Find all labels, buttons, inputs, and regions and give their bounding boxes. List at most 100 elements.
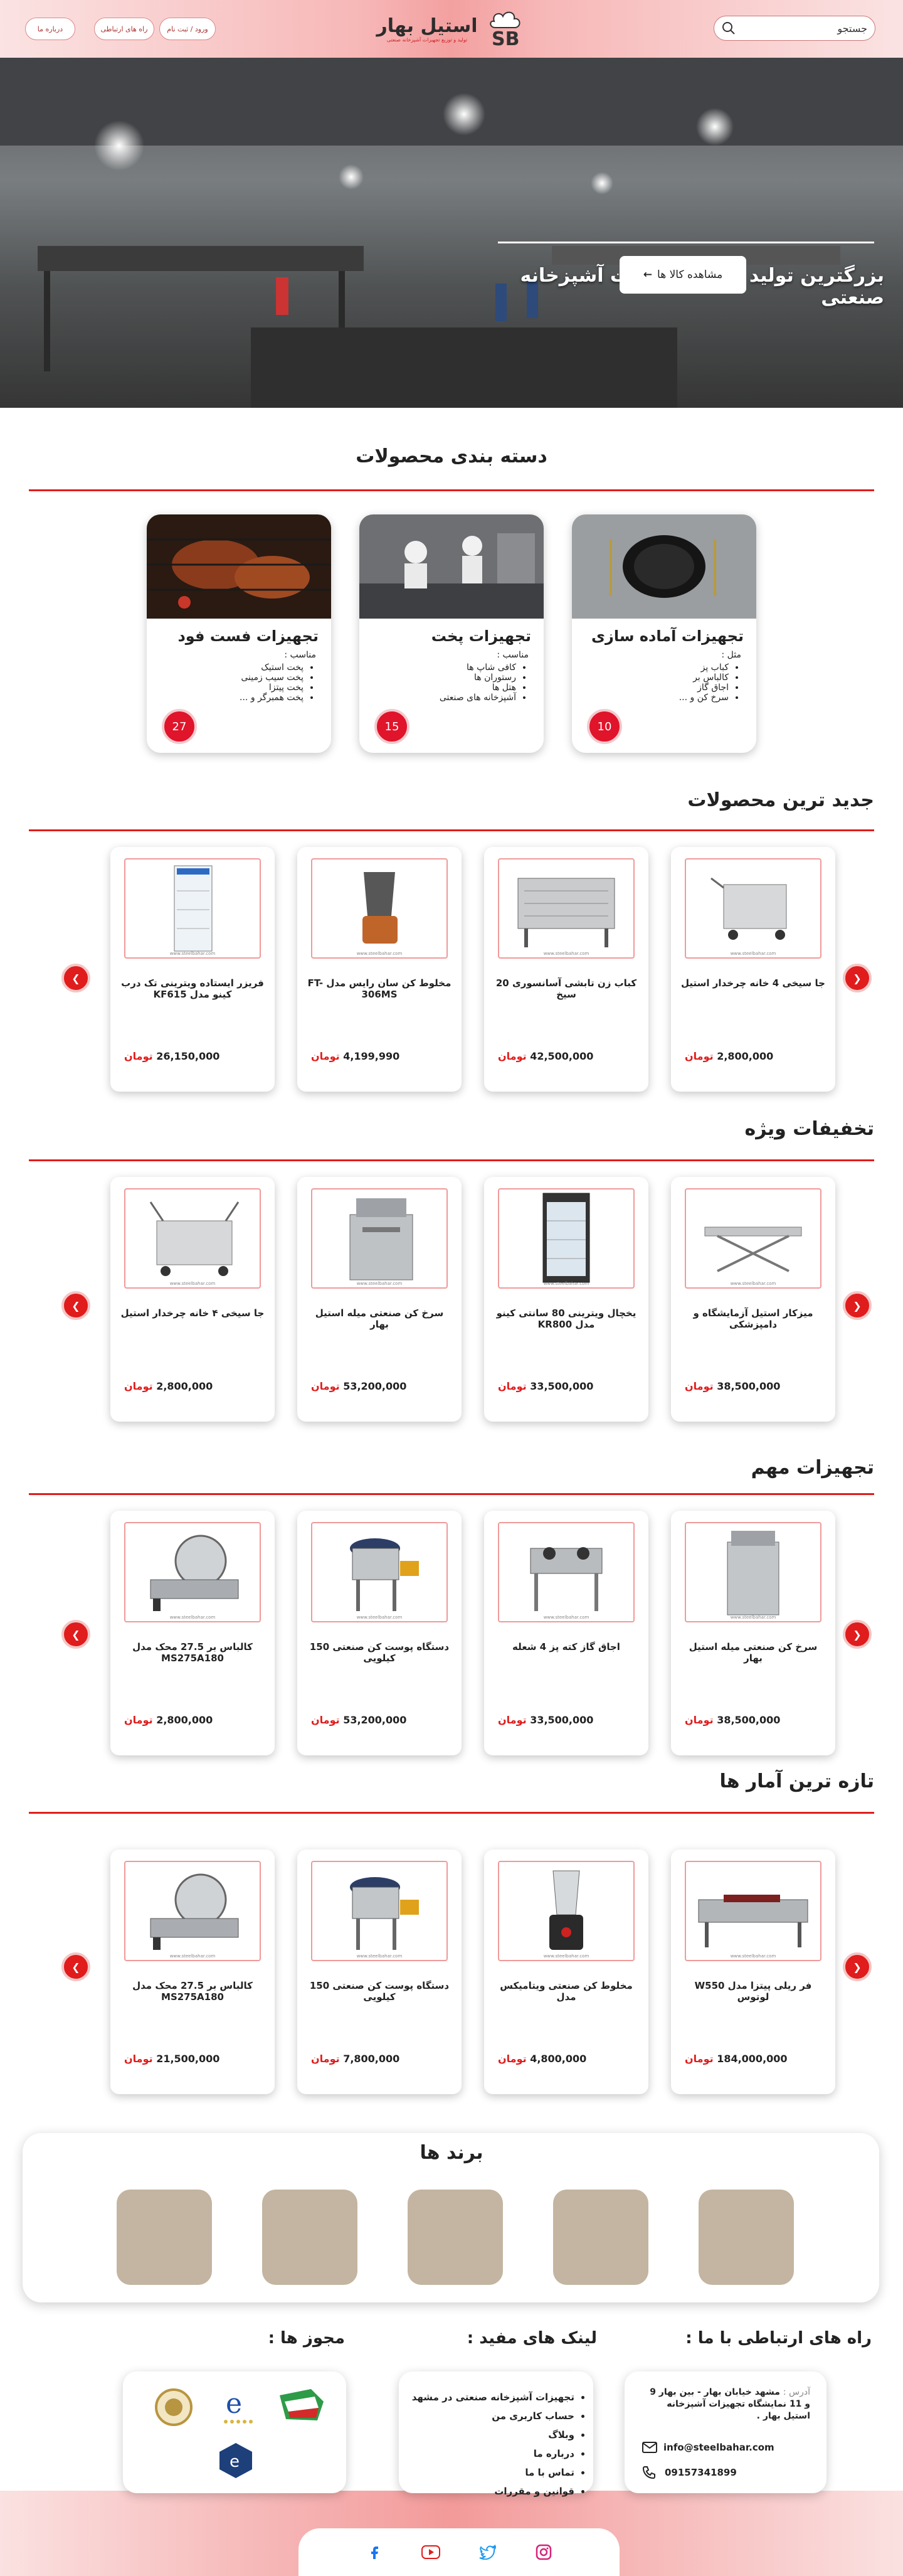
product-card[interactable]: www.steelbahar.com کباب زن تابشی آسانسور… bbox=[484, 847, 648, 1092]
brand-tile[interactable] bbox=[408, 2190, 503, 2285]
brand-tile[interactable] bbox=[117, 2190, 212, 2285]
carousel-next-button[interactable]: ❯ bbox=[843, 1952, 872, 1981]
site-logo[interactable]: استیل بهار تولید و توزیع تجهیزات آشپزخان… bbox=[376, 5, 527, 53]
product-card[interactable]: www.steelbahar.com سرخ کن صنعتی میله است… bbox=[297, 1177, 462, 1422]
product-image-drawing bbox=[350, 1877, 419, 1950]
phone-row[interactable]: 09157341899 bbox=[642, 2466, 737, 2479]
carousel-prev-button[interactable]: ❮ bbox=[61, 1620, 90, 1649]
price-currency: تومان bbox=[498, 1380, 527, 1392]
product-name[interactable]: کالباس بر 27.5 محک مدل MS275A180 bbox=[119, 1641, 266, 1664]
product-price: 53,200,000 تومان bbox=[311, 1380, 406, 1392]
product-card[interactable]: www.steelbahar.com فریزر ایستاده ویترینی… bbox=[110, 847, 275, 1092]
product-card[interactable]: www.steelbahar.com جا سیخی ۴ خانه چرخدار… bbox=[110, 1177, 275, 1422]
email-text[interactable]: info@steelbahar.com bbox=[663, 2442, 774, 2453]
product-name[interactable]: جا سیخی 4 خانه چرخدار استیل bbox=[680, 977, 826, 989]
licenses-title: مجوز ها : bbox=[268, 2329, 345, 2348]
category-image-plate bbox=[572, 514, 756, 619]
category-card-cooking[interactable]: تجهیزات پخت مناسب : کافی شاپ ها رستوران … bbox=[359, 514, 544, 753]
about-us-button[interactable]: درباره ما bbox=[25, 18, 75, 40]
price-currency: تومان bbox=[685, 1714, 714, 1726]
brand-tile[interactable] bbox=[553, 2190, 648, 2285]
carousel-prev-button[interactable]: ❮ bbox=[61, 964, 90, 993]
footer-link[interactable]: وبلاگ bbox=[412, 2425, 574, 2444]
price-value: 2,800,000 bbox=[156, 1380, 213, 1392]
product-name[interactable]: یخچال ویترینی 80 سانتی کینو مدل KR800 bbox=[493, 1307, 640, 1330]
carousel-next-button[interactable]: ❯ bbox=[843, 964, 872, 993]
footer-link[interactable]: تماس با ما bbox=[412, 2463, 574, 2482]
product-name[interactable]: فریزر ایستاده ویترینی تک درب کینو مدل KF… bbox=[119, 977, 266, 1000]
category-image-grill bbox=[147, 514, 331, 619]
product-image-drawing bbox=[517, 878, 615, 947]
e-namad-hexagon-icon[interactable]: e bbox=[217, 2442, 255, 2479]
product-name[interactable]: دستگاه پوست کن صنعتی 150 کیلویی bbox=[306, 1641, 453, 1664]
youtube-icon[interactable] bbox=[421, 2545, 440, 2559]
category-card-preparation[interactable]: تجهیزات آماده سازی مثل : کباب پز کالباس … bbox=[572, 514, 756, 753]
category-list: پخت استیک پخت سیب زمینی پخت پیتزا پخت هم… bbox=[240, 663, 304, 703]
price-currency: تومان bbox=[685, 2053, 714, 2065]
product-name[interactable]: سرخ کن صنعتی میله استیل بهار bbox=[306, 1307, 453, 1330]
national-union-license-icon[interactable] bbox=[273, 2383, 336, 2427]
product-card[interactable]: www.steelbahar.com فر ریلی پیتزا مدل W55… bbox=[671, 1850, 835, 2094]
product-card[interactable]: www.steelbahar.com مخلوط کن صنعتی ویتامی… bbox=[484, 1850, 648, 2094]
product-card[interactable]: www.steelbahar.com سرخ کن صنعتی میله است… bbox=[671, 1511, 835, 1755]
product-name[interactable]: دستگاه پوست کن صنعتی 150 کیلویی bbox=[306, 1980, 453, 2003]
arrow-left-icon: ← bbox=[643, 269, 653, 281]
chevron-right-icon: ❯ bbox=[853, 1961, 862, 1973]
product-card[interactable]: www.steelbahar.com جا سیخی 4 خانه چرخدار… bbox=[671, 847, 835, 1092]
category-card-fastfood[interactable]: تجهیزات فست فود مناسب : پخت استیک پخت سی… bbox=[147, 514, 331, 753]
footer-link[interactable]: قوانین و مقررات bbox=[412, 2482, 574, 2501]
footer-link[interactable]: حساب کاربری من bbox=[412, 2407, 574, 2425]
product-price: 38,500,000 تومان bbox=[685, 1380, 780, 1392]
search-icon[interactable] bbox=[722, 21, 736, 35]
category-title: تجهیزات پخت bbox=[431, 627, 531, 645]
view-products-label: مشاهده کالا ها bbox=[657, 269, 723, 281]
product-name[interactable]: سرخ کن صنعتی میله استیل بهار bbox=[680, 1641, 826, 1664]
product-name[interactable]: جا سیخی ۴ خانه چرخدار استیل bbox=[119, 1307, 266, 1319]
gold-seal-icon[interactable] bbox=[152, 2385, 196, 2429]
product-name[interactable]: کباب زن تابشی آسانسوری 20 سیخ bbox=[493, 977, 640, 1000]
product-name[interactable]: مخلوط کن صنعتی ویتامیکس مدل bbox=[493, 1980, 640, 2003]
product-name[interactable]: کالباس بر 27.5 محک مدل MS275A180 bbox=[119, 1980, 266, 2003]
contact-ways-button[interactable]: راه های ارتباطی bbox=[94, 18, 154, 40]
category-list-item: کباب پز bbox=[679, 663, 729, 673]
product-price: 33,500,000 تومان bbox=[498, 1380, 593, 1392]
footer-link[interactable]: تجهیزات آشپزخانه صنعتی در مشهد bbox=[412, 2388, 574, 2407]
footer-link[interactable]: درباره ما bbox=[412, 2444, 574, 2463]
product-image: www.steelbahar.com bbox=[498, 858, 635, 959]
product-card[interactable]: www.steelbahar.com میزکار استیل آزمایشگا… bbox=[671, 1177, 835, 1422]
brand-tile[interactable] bbox=[262, 2190, 357, 2285]
product-price: 7,800,000 تومان bbox=[311, 2053, 399, 2065]
carousel-next-button[interactable]: ❯ bbox=[843, 1291, 872, 1320]
product-image: www.steelbahar.com bbox=[685, 1861, 821, 1961]
product-card[interactable]: www.steelbahar.com دستگاه پوست کن صنعتی … bbox=[297, 1850, 462, 2094]
facebook-icon[interactable] bbox=[366, 2544, 383, 2560]
social-links-bar bbox=[298, 2528, 620, 2576]
carousel-next-button[interactable]: ❯ bbox=[843, 1620, 872, 1649]
product-name[interactable]: میزکار استیل آزمایشگاه و دامپزشکی bbox=[680, 1307, 826, 1330]
product-card[interactable]: www.steelbahar.com یخچال ویترینی 80 سانت… bbox=[484, 1177, 648, 1422]
product-name[interactable]: فر ریلی پیتزا مدل W550 لوتوس bbox=[680, 1980, 826, 2003]
login-register-button[interactable]: ورود / ثبت نام bbox=[159, 18, 216, 40]
search-input[interactable] bbox=[736, 22, 867, 35]
instagram-icon[interactable] bbox=[536, 2544, 552, 2560]
twitter-icon[interactable] bbox=[479, 2545, 497, 2560]
carousel-prev-button[interactable]: ❮ bbox=[61, 1952, 90, 1981]
product-card[interactable]: www.steelbahar.com کالباس بر 27.5 محک مد… bbox=[110, 1850, 275, 2094]
enamad-trust-seal-icon[interactable]: e bbox=[212, 2383, 262, 2427]
product-card[interactable]: www.steelbahar.com اجاق گاز کته پز 4 شعل… bbox=[484, 1511, 648, 1755]
product-card[interactable]: www.steelbahar.com کالباس بر 27.5 محک مد… bbox=[110, 1511, 275, 1755]
brand-tile[interactable] bbox=[699, 2190, 794, 2285]
product-card[interactable]: www.steelbahar.com دستگاه پوست کن صنعتی … bbox=[297, 1511, 462, 1755]
product-price: 2,800,000 تومان bbox=[685, 1050, 773, 1062]
product-name[interactable]: اجاق گاز کته پز 4 شعله bbox=[493, 1641, 640, 1653]
product-card[interactable]: www.steelbahar.com مخلوط کن سان رایس مدل… bbox=[297, 847, 462, 1092]
email-row[interactable]: info@steelbahar.com bbox=[642, 2442, 774, 2453]
category-list-item: پخت پیتزا bbox=[240, 683, 304, 693]
phone-text[interactable]: 09157341899 bbox=[665, 2467, 737, 2478]
chevron-right-icon: ❯ bbox=[853, 1299, 862, 1312]
category-count-badge: 15 bbox=[374, 709, 409, 744]
view-products-button[interactable]: مشاهده کالا ها ← bbox=[620, 256, 746, 294]
product-name[interactable]: مخلوط کن سان رایس مدل FT-306MS bbox=[306, 977, 453, 1000]
search-box[interactable] bbox=[714, 16, 875, 41]
carousel-prev-button[interactable]: ❮ bbox=[61, 1291, 90, 1320]
